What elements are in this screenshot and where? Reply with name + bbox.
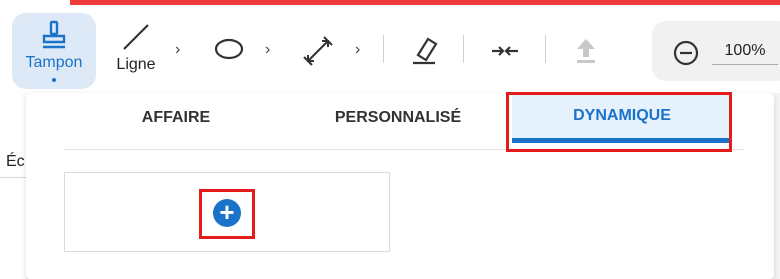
zoom-value-field[interactable]: 100%: [712, 42, 778, 65]
chevron-right-icon[interactable]: ›: [355, 41, 360, 59]
ligne-label: Ligne: [116, 56, 156, 73]
tool-active-dot: [52, 78, 56, 82]
dynamic-stamp-card: +: [64, 172, 390, 252]
upload-icon[interactable]: [574, 37, 598, 65]
stamp-panel: AFFAIRE PERSONNALISÉ DYNAMIQUE +: [26, 92, 774, 279]
line-icon: [123, 24, 149, 50]
left-background-panel: Éc: [0, 93, 26, 279]
zoom-control: 100%: [652, 21, 780, 81]
divider: [0, 177, 26, 178]
eraser-icon[interactable]: [410, 35, 438, 67]
tampon-label: Tampon: [25, 54, 83, 71]
tab-personnalise[interactable]: PERSONNALISÉ: [288, 93, 508, 143]
ellipse-tool-icon[interactable]: [213, 37, 245, 61]
toolbar-divider: [463, 35, 464, 63]
toolbar-divider: [383, 35, 384, 63]
ligne-tool-button[interactable]: Ligne: [108, 17, 164, 79]
chevron-right-icon[interactable]: ›: [265, 41, 270, 59]
highlight-box-add: [199, 189, 255, 239]
zoom-out-icon[interactable]: [672, 39, 700, 67]
tab-affaire[interactable]: AFFAIRE: [64, 93, 288, 143]
highlight-box-tab: [506, 92, 732, 152]
measure-tool-icon[interactable]: [302, 35, 334, 67]
tampon-tool-button[interactable]: Tampon: [12, 13, 96, 89]
toolbar-divider: [545, 35, 546, 63]
compress-arrows-icon[interactable]: [490, 39, 520, 63]
stamp-icon: [42, 20, 66, 49]
left-edge-text: Éc: [6, 153, 25, 170]
toolbar: Tampon Ligne › › › 100%: [0, 5, 780, 93]
chevron-right-icon[interactable]: ›: [175, 41, 180, 59]
